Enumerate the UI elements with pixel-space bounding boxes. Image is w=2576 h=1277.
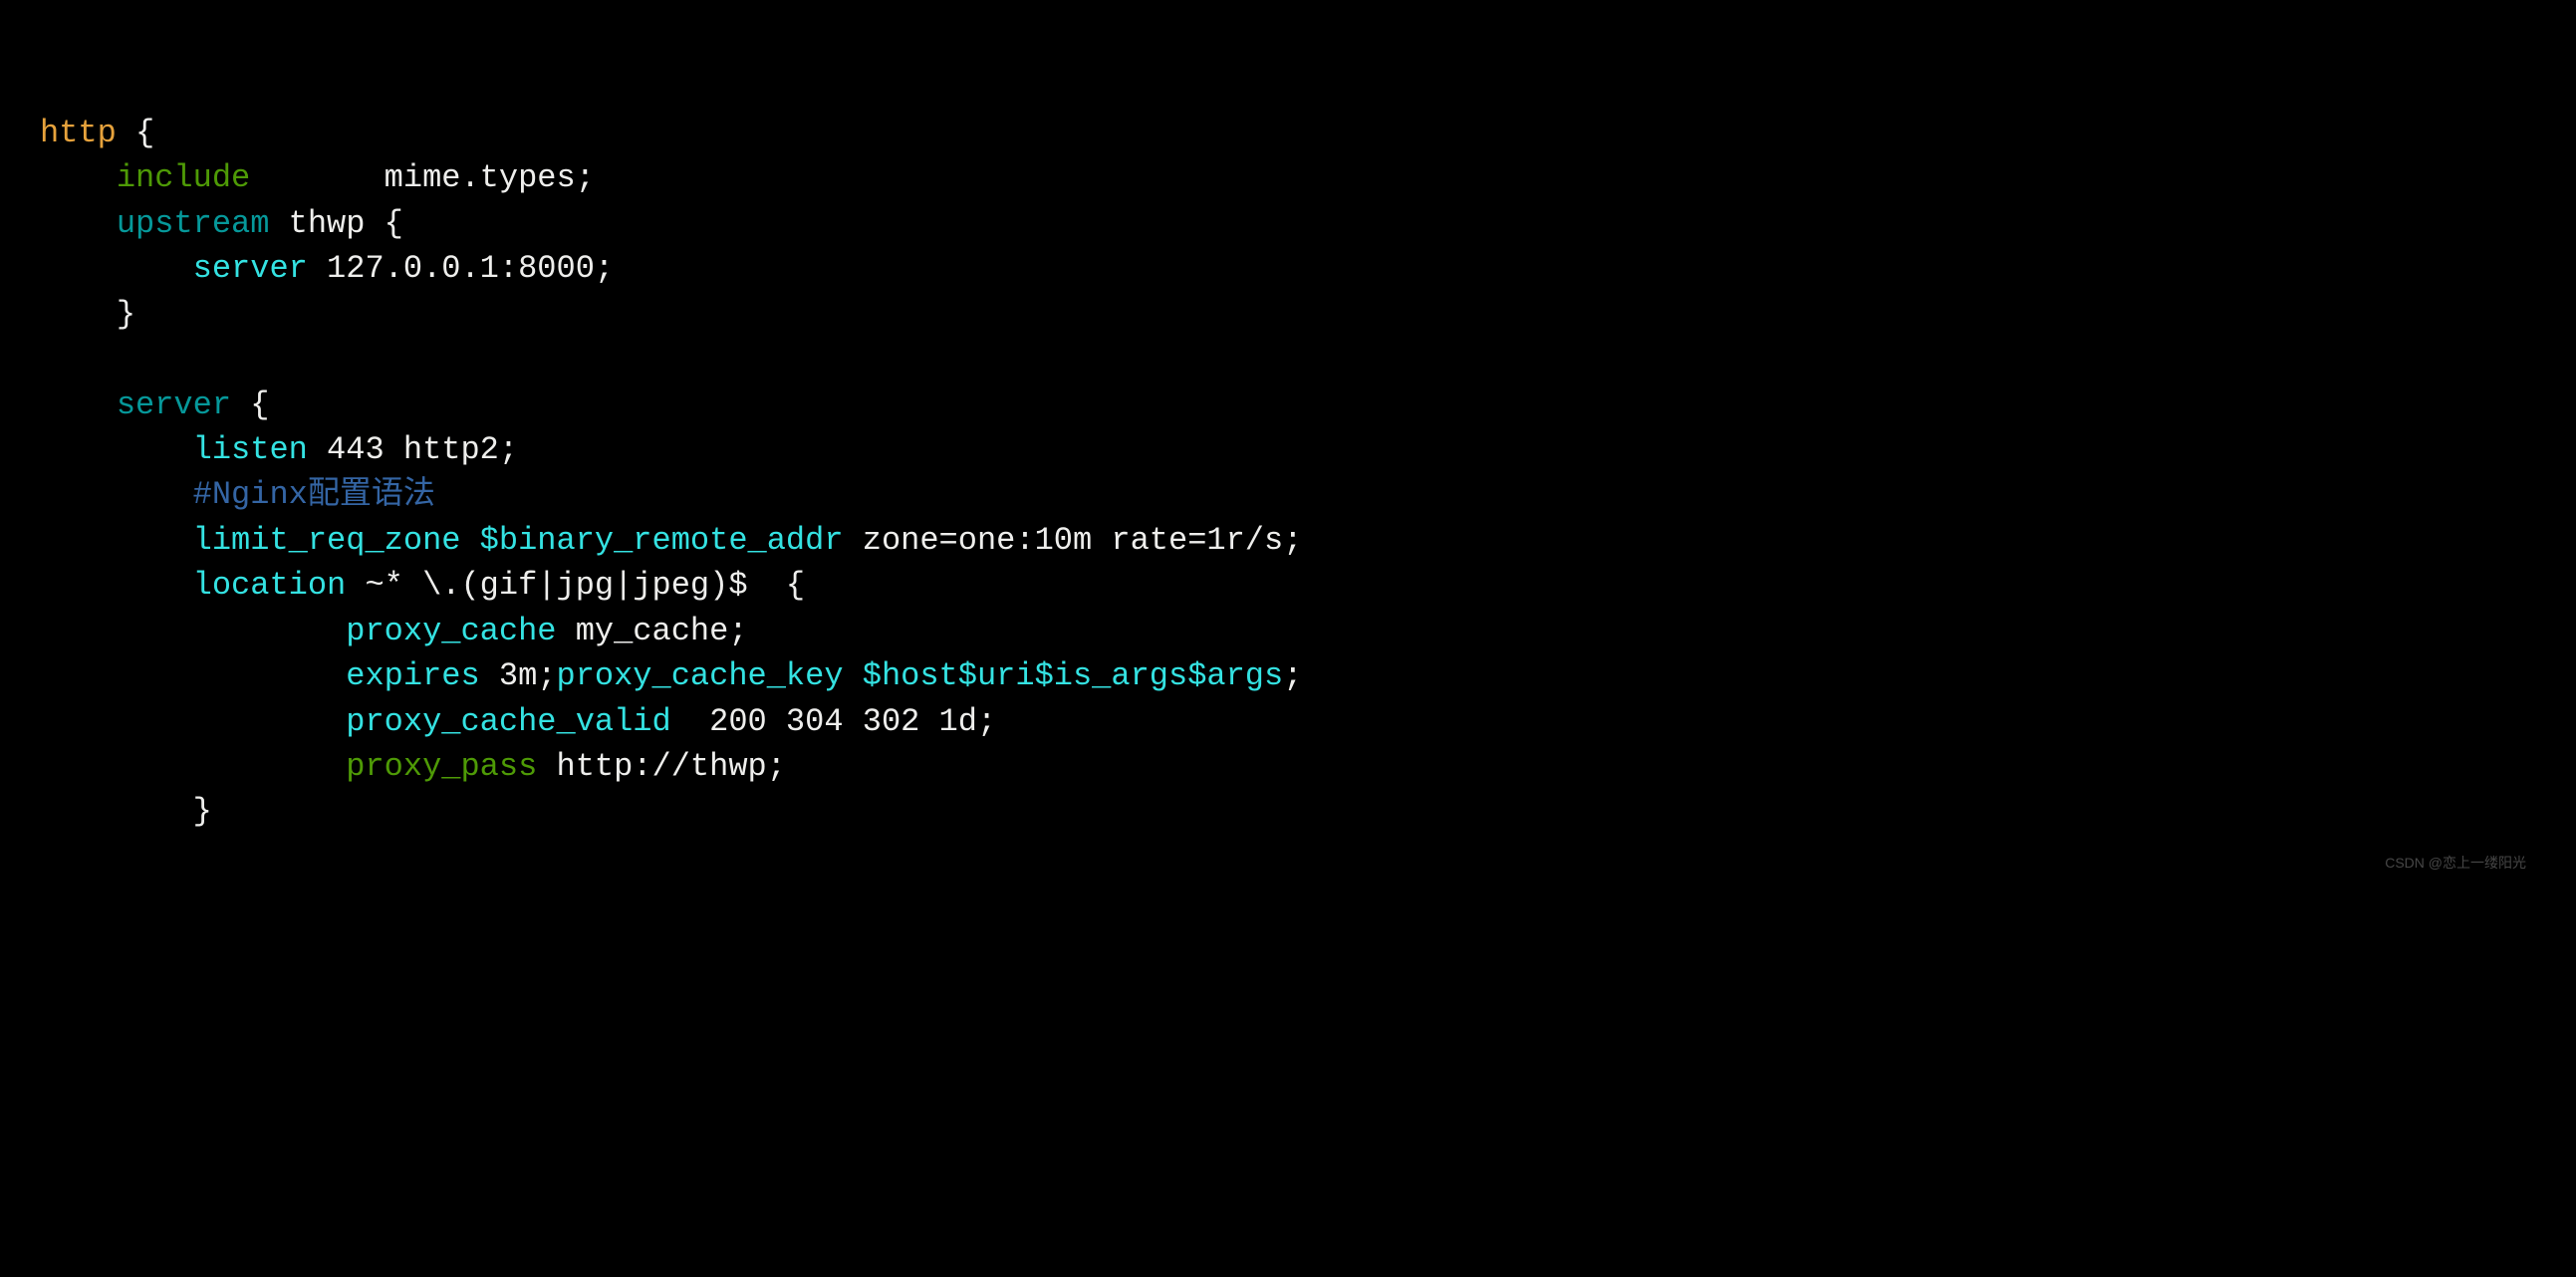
directive-proxy-cache: proxy_cache: [346, 613, 556, 649]
directive-proxy-cache-valid: proxy_cache_valid: [346, 703, 670, 740]
directive-http: http: [40, 115, 117, 151]
code-line: upstream thwp {: [40, 205, 403, 242]
code-line: server 127.0.0.1:8000;: [40, 250, 614, 287]
directive-server: server: [117, 386, 231, 423]
directive-upstream: upstream: [117, 205, 270, 242]
code-line: limit_req_zone $binary_remote_addr zone=…: [40, 522, 1302, 559]
code-line: }: [40, 793, 212, 830]
directive-server-upstream: server: [193, 250, 308, 287]
code-line: proxy_pass http://thwp;: [40, 748, 786, 785]
code-line: http {: [40, 115, 154, 151]
directive-limit-req-zone: limit_req_zone $binary_remote_addr: [193, 522, 844, 559]
code-line: }: [40, 296, 135, 333]
code-line: server {: [40, 386, 269, 423]
directive-expires: expires: [346, 657, 479, 694]
code-line: expires 3m;proxy_cache_key $host$uri$is_…: [40, 657, 1302, 694]
comment: #Nginx配置语法: [193, 476, 435, 513]
directive-listen: listen: [193, 431, 308, 468]
code-line: proxy_cache_valid 200 304 302 1d;: [40, 703, 996, 740]
watermark: CSDN @恋上一缕阳光: [2385, 854, 2526, 874]
code-line: listen 443 http2;: [40, 431, 518, 468]
directive-location: location: [193, 567, 347, 604]
code-block: http { include mime.types; upstream thwp…: [40, 65, 2536, 880]
code-line: proxy_cache my_cache;: [40, 613, 748, 649]
directive-include: include: [117, 159, 250, 196]
code-line: include mime.types;: [40, 159, 595, 196]
code-line: #Nginx配置语法: [40, 476, 435, 513]
directive-proxy-pass: proxy_pass: [346, 748, 537, 785]
code-line: location ~* \.(gif|jpg|jpeg)$ {: [40, 567, 805, 604]
directive-proxy-cache-key: proxy_cache_key $host$uri$is_args$args: [556, 657, 1283, 694]
